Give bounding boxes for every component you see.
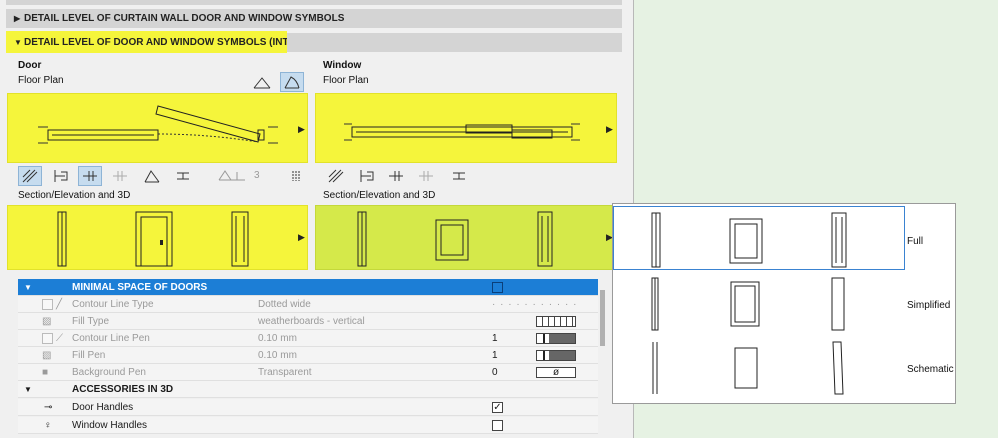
table-row: ╱ Contour Line Type Dotted wide · · · · … — [18, 296, 598, 313]
hatch-fill-icon[interactable] — [18, 166, 42, 186]
row-label: Background Pen — [72, 367, 146, 378]
door-floor-plan-preview[interactable]: ▶ — [7, 93, 308, 163]
background-icon: ■ — [42, 367, 49, 378]
window-sill-icon[interactable] — [384, 166, 408, 186]
door-plan-full-icon[interactable] — [280, 72, 304, 92]
dotted-line-icon: · · · · · · · · · · · — [492, 299, 578, 310]
door-title: Door — [18, 60, 42, 71]
arrow-right-icon[interactable]: ▶ — [606, 124, 613, 135]
row-number: 0 — [492, 367, 498, 378]
door-section-label: Section/Elevation and 3D — [18, 190, 131, 201]
door-handles-label: Door Handles — [72, 402, 134, 413]
table-row: ■ Background Pen Transparent 0 ø — [18, 364, 598, 381]
triangle-down-icon: ▼ — [24, 283, 32, 292]
simplified-drawing — [651, 277, 845, 331]
window-section-preview[interactable]: ▶ — [315, 205, 617, 270]
table-row: ⊸ Door Handles ✓ — [18, 399, 598, 416]
row-value[interactable]: Transparent — [258, 364, 312, 381]
window-handles-label: Window Handles — [72, 420, 148, 431]
door-handle-icon: ⊸ — [44, 402, 53, 413]
top-strip — [6, 0, 622, 5]
window-threshold-icon[interactable] — [448, 166, 472, 186]
pen-swatch[interactable] — [536, 350, 576, 361]
row-label: Contour Line Type — [72, 299, 154, 310]
accessories-label: ACCESSORIES IN 3D — [72, 384, 174, 395]
row-value[interactable]: Dotted wide — [258, 296, 311, 313]
fill-pattern-swatch[interactable] — [536, 316, 576, 327]
row-value[interactable]: 0.10 mm — [258, 347, 297, 364]
door-plan-simplified-icon[interactable] — [250, 72, 274, 92]
window-grid-icon[interactable] — [414, 166, 438, 186]
schematic-drawing — [652, 341, 844, 395]
table-row: ♀ Window Handles — [18, 417, 598, 434]
arrow-right-icon[interactable]: ▶ — [298, 124, 305, 135]
window-floor-plan-label: Floor Plan — [323, 75, 369, 86]
door-section-drawing — [57, 211, 249, 267]
option-full-label[interactable]: Full — [907, 236, 923, 247]
row-label: Contour Line Pen — [72, 333, 150, 344]
minimal-space-label: MINIMAL SPACE OF DOORS — [72, 282, 208, 293]
window-floor-plan-preview[interactable]: ▶ — [315, 93, 617, 163]
row-number: 1 — [492, 333, 498, 344]
window-section-drawing — [357, 211, 553, 267]
fill-pen-icon: ▧ — [42, 350, 52, 361]
section-curtain-wall[interactable]: ▶ DETAIL LEVEL OF CURTAIN WALL DOOR AND W… — [6, 9, 622, 28]
window-section-label: Section/Elevation and 3D — [323, 190, 436, 201]
door-section-preview[interactable]: ▶ — [7, 205, 308, 270]
detail-level-popup: Full Simplified Schematic — [612, 203, 956, 404]
section-door-window-label: DETAIL LEVEL OF DOOR AND WINDOW SYMBOLS … — [24, 37, 292, 48]
option-full[interactable] — [613, 206, 905, 270]
threshold-icon[interactable] — [172, 166, 196, 186]
table-row: ▨ Fill Type weatherboards - vertical — [18, 313, 598, 330]
door-floor-plan-label: Floor Plan — [18, 75, 64, 86]
triangle-down-icon: ▼ — [14, 38, 22, 47]
minimal-space-row[interactable]: ▼ MINIMAL SPACE OF DOORS — [18, 279, 598, 296]
row-label: Fill Pen — [72, 350, 106, 361]
option-schematic-label[interactable]: Schematic — [907, 364, 954, 375]
line-icon: ╱ — [56, 299, 63, 310]
pen-icon: ⟋ — [56, 333, 63, 344]
section-curtain-wall-label: DETAIL LEVEL OF CURTAIN WALL DOOR AND WI… — [24, 13, 345, 24]
transparent-pen-icon[interactable]: ø — [536, 367, 576, 378]
frame-cut-icon[interactable] — [48, 166, 72, 186]
door-plan-drawing — [38, 105, 278, 144]
table-row: ▧ Fill Pen 0.10 mm 1 — [18, 347, 598, 364]
window-plan-drawing — [344, 123, 580, 141]
row-value[interactable]: weatherboards - vertical — [258, 313, 365, 330]
arrow-right-icon[interactable]: ▶ — [298, 232, 305, 243]
option-simplified-label[interactable]: Simplified — [907, 300, 950, 311]
settings-panel: ▶ DETAIL LEVEL OF CURTAIN WALL DOOR AND W… — [0, 0, 634, 438]
section-header-bar — [287, 33, 622, 52]
row-checkbox[interactable] — [42, 333, 53, 344]
door-handles-checkbox[interactable]: ✓ — [492, 402, 503, 413]
window-handle-icon: ♀ — [44, 420, 52, 431]
accessories-row[interactable]: ▼ ACCESSORIES IN 3D — [18, 381, 598, 398]
pen-swatch[interactable] — [536, 333, 576, 344]
row-label: Fill Type — [72, 316, 110, 327]
triangle-down-icon: ▼ — [24, 385, 32, 394]
door-counter-value: 3 — [254, 170, 260, 181]
swing-icon[interactable] — [140, 166, 164, 186]
window-hatch-icon[interactable] — [324, 166, 348, 186]
grid-sill-icon[interactable] — [108, 166, 132, 186]
sill-icon[interactable] — [78, 166, 102, 186]
opening-line-icon[interactable] — [212, 166, 252, 186]
window-handles-checkbox[interactable] — [492, 420, 503, 431]
pattern-icon[interactable] — [284, 166, 308, 186]
row-number: 1 — [492, 350, 498, 361]
row-value[interactable]: 0.10 mm — [258, 330, 297, 347]
row-checkbox[interactable] — [42, 299, 53, 310]
triangle-right-icon: ▶ — [14, 14, 21, 23]
minimal-space-checkbox[interactable] — [492, 282, 503, 293]
fill-hatch-icon: ▨ — [42, 316, 52, 327]
full-drawing — [651, 212, 847, 268]
table-row: ⟋ Contour Line Pen 0.10 mm 1 — [18, 330, 598, 347]
window-title: Window — [323, 60, 362, 71]
window-frame-icon[interactable] — [354, 166, 378, 186]
scrollbar[interactable] — [600, 290, 605, 346]
